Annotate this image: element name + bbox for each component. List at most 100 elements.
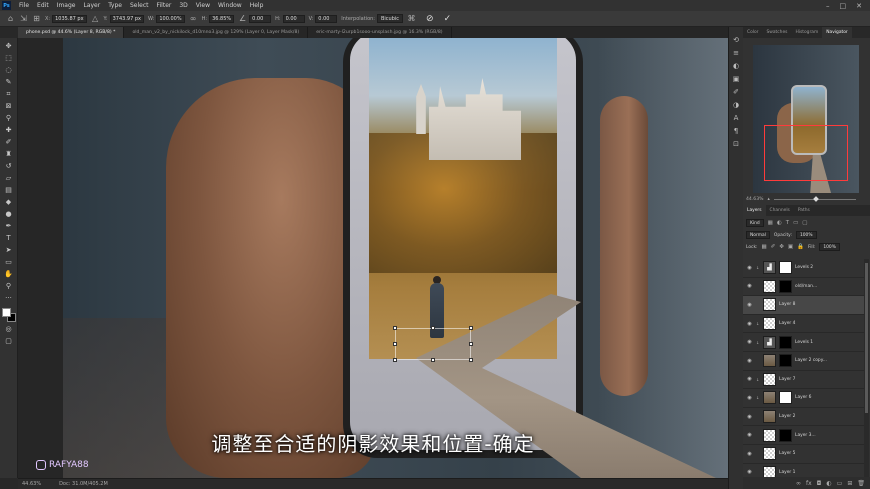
transform-tool-icon[interactable]: ⇲ [19,14,28,23]
transform-handle-bottom-left[interactable] [393,358,397,362]
hskew-input[interactable]: 0.00 [282,14,305,23]
zoom-tool-icon[interactable]: ⚲ [3,281,14,291]
fill-input[interactable]: 100% [819,243,840,251]
layer-thumbnail[interactable] [763,391,776,405]
dodge-tool-icon[interactable]: ● [3,209,14,219]
layer-row-selected[interactable]: ◉ Layer 8 [743,296,865,315]
layer-mask-thumbnail[interactable] [779,391,792,405]
add-mask-icon[interactable]: ◘ [817,480,822,487]
adjustments-panel-icon[interactable]: ◐ [731,61,741,71]
zoom-level[interactable]: 44.63% [22,481,41,487]
properties-panel-icon[interactable]: ≡ [731,48,741,58]
quick-mask-icon[interactable]: ◎ [3,324,14,334]
cancel-transform-icon[interactable]: ⊘ [426,14,434,24]
layer-name[interactable]: old/man... [795,284,817,289]
width-input[interactable]: 100.00% [156,14,185,23]
layer-thumbnail[interactable] [763,410,776,424]
close-icon[interactable]: ✕ [856,2,862,10]
menu-view[interactable]: View [192,2,214,9]
new-adjustment-icon[interactable]: ◐ [826,480,831,487]
tab-navigator[interactable]: Navigator [822,27,852,38]
menu-window[interactable]: Window [214,2,246,9]
x-input[interactable]: 1035.87 px [52,14,87,23]
link-icon[interactable]: ∞ [189,14,198,23]
brush-settings-panel-icon[interactable]: ✐ [731,87,741,97]
layer-thumbnail[interactable] [763,372,776,386]
layer-row[interactable]: ◉ old/man... [743,278,865,297]
layers-scrollbar-thumb[interactable] [865,263,868,413]
visibility-eye-icon[interactable]: ◉ [746,339,753,345]
new-group-icon[interactable]: ▭ [837,480,843,487]
visibility-eye-icon[interactable]: ◉ [746,451,753,457]
foreground-color-swatch[interactable] [1,308,11,317]
more-tools-icon[interactable]: ··· [3,293,14,303]
filter-type-icon[interactable]: T [786,220,789,226]
transform-handle-left[interactable] [393,342,397,346]
menu-type[interactable]: Type [104,2,126,9]
transform-handle-bottom[interactable] [431,358,435,362]
reference-point-icon[interactable]: ⊞ [32,14,41,23]
menu-filter[interactable]: Filter [153,2,176,9]
quick-select-tool-icon[interactable]: ✎ [3,77,14,87]
layer-style-icon[interactable]: fx [806,480,812,487]
transform-handle-top-left[interactable] [393,326,397,330]
maximize-icon[interactable]: □ [840,2,847,10]
crop-tool-icon[interactable]: ⌗ [3,89,14,99]
lock-pixels-icon[interactable]: ▦ [762,244,767,250]
delta-icon[interactable]: △ [91,14,100,23]
visibility-eye-icon[interactable]: ◉ [746,358,753,364]
layer-mask-thumbnail[interactable] [779,261,792,275]
lock-artboard-icon[interactable]: ▣ [788,244,793,250]
filter-pixel-icon[interactable]: ▦ [768,220,773,226]
layer-row[interactable]: ◉ Layer 2 [743,408,865,427]
layer-filter-select[interactable]: Kind [746,219,764,227]
brush-tool-icon[interactable]: ✐ [3,137,14,147]
layer-thumbnail[interactable] [763,279,776,293]
home-icon[interactable]: ⌂ [6,14,15,23]
layers-scrollbar[interactable] [864,259,869,477]
hand-tool-icon[interactable]: ✋ [3,269,14,279]
clone-stamp-tool-icon[interactable]: ♜ [3,149,14,159]
frame-tool-icon[interactable]: ⊠ [3,101,14,111]
blend-mode-select[interactable]: Normal [746,231,770,239]
navigator-view-box[interactable] [764,125,848,181]
navigator-thumbnail[interactable] [753,45,859,193]
visibility-eye-icon[interactable]: ◉ [746,469,753,475]
vskew-input[interactable]: 0.00 [315,14,338,23]
navigator-zoom-value[interactable]: 44.63% [746,197,764,202]
visibility-eye-icon[interactable]: ◉ [746,432,753,438]
visibility-eye-icon[interactable]: ◉ [746,395,753,401]
character-panel-icon[interactable]: A [731,113,741,123]
lock-all-icon[interactable]: 🔒 [797,244,804,250]
transform-handle-top-right[interactable] [469,326,473,330]
tab-eric-marty-jpg[interactable]: eric-marty-l2urpb1sooo-unsplash.jpg @ 16… [308,27,452,38]
visibility-eye-icon[interactable]: ◉ [746,321,753,327]
visibility-eye-icon[interactable]: ◉ [746,265,753,271]
tab-color[interactable]: Color [743,27,762,38]
canvas[interactable]: 调整至合适的阴影效果和位置-确定 RAFYA88 [18,38,728,478]
visibility-eye-icon[interactable]: ◉ [746,283,753,289]
layer-mask-thumbnail[interactable] [779,428,792,442]
history-brush-tool-icon[interactable]: ↺ [3,161,14,171]
y-input[interactable]: 3743.97 px [109,14,145,23]
warp-icon[interactable]: ⌘ [407,14,416,23]
type-tool-icon[interactable]: T [3,233,14,243]
layer-row[interactable]: ◉ Layer 5 [743,445,865,464]
layer-row[interactable]: ◉ Layer 2 copy... [743,352,865,371]
layer-row[interactable]: ◉ ↓ Layer 6 [743,389,865,408]
layer-name[interactable]: Layer 7 [779,377,795,382]
tab-paths[interactable]: Paths [794,205,814,216]
transform-bounding-box[interactable] [393,326,473,362]
layer-row[interactable]: ◉ ↓ Layer 7 [743,371,865,390]
layer-thumbnail[interactable] [763,298,776,312]
delete-layer-icon[interactable]: 🗑 [857,480,865,487]
visibility-eye-icon[interactable]: ◉ [746,376,753,382]
layer-name[interactable]: Layer 2 [779,414,795,419]
tab-layers[interactable]: Layers [743,205,766,216]
navigator-zoom-slider[interactable] [773,196,856,202]
filter-adjustment-icon[interactable]: ◐ [777,220,782,226]
menu-select[interactable]: Select [126,2,153,9]
visibility-eye-icon[interactable]: ◉ [746,302,753,308]
transform-handle-right[interactable] [469,342,473,346]
layer-name[interactable]: Layer 8 [779,302,795,307]
